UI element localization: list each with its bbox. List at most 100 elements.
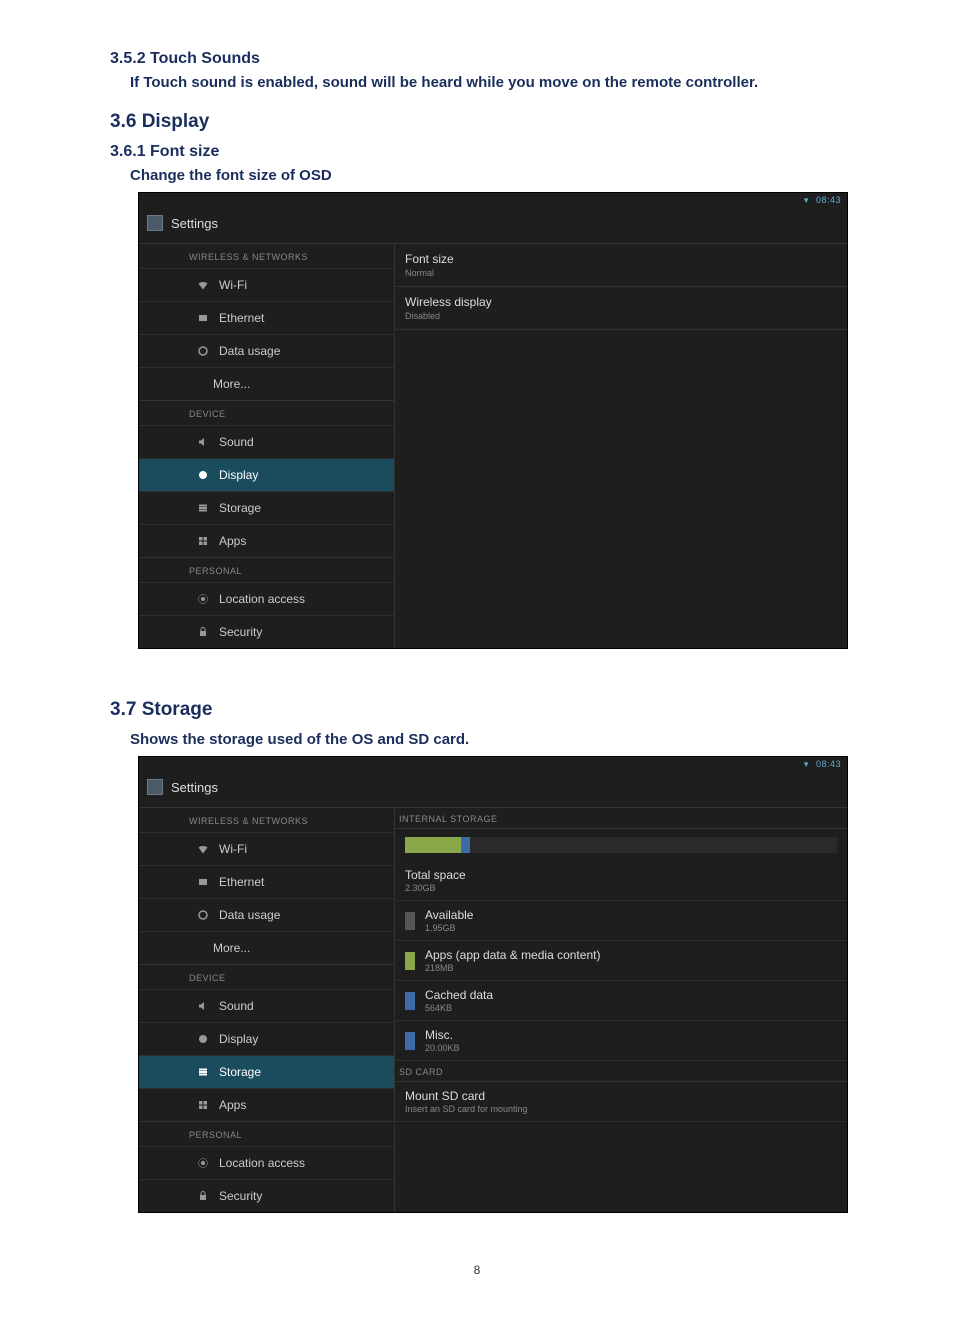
sidebar-item-sound[interactable]: Sound <box>139 989 394 1022</box>
storage-value: 20.00KB <box>425 1043 460 1053</box>
sidebar-item-storage[interactable]: Storage <box>139 1055 394 1088</box>
screenshot-storage: ▾ 08:43 Settings WIRELESS & NETWORKS Wi-… <box>138 756 848 1213</box>
data-usage-icon <box>197 909 209 921</box>
sidebar-item-data-usage[interactable]: Data usage <box>139 334 394 367</box>
titlebar-title: Settings <box>171 216 218 231</box>
settings-sidebar: WIRELESS & NETWORKS Wi-Fi Ethernet Data … <box>139 808 394 1212</box>
sidebar-item-more[interactable]: More... <box>139 931 394 964</box>
status-time: 08:43 <box>816 759 841 769</box>
sidebar-item-wifi[interactable]: Wi-Fi <box>139 268 394 301</box>
heading-361: 3.6.1 Font size <box>110 143 894 161</box>
sidebar-item-label: More... <box>213 941 250 955</box>
sidebar-item-apps[interactable]: Apps <box>139 524 394 557</box>
sidebar-item-label: Storage <box>219 1065 261 1079</box>
sidebar-item-label: Apps <box>219 1098 246 1112</box>
display-icon <box>197 469 209 481</box>
sidebar-cat-personal: PERSONAL <box>139 557 394 582</box>
wifi-status-icon: ▾ <box>804 195 809 205</box>
storage-icon <box>197 1066 209 1078</box>
sidebar-item-label: Ethernet <box>219 311 264 325</box>
sidebar-item-label: Security <box>219 1189 262 1203</box>
sidebar-item-label: Ethernet <box>219 875 264 889</box>
color-swatch-misc <box>405 1032 415 1050</box>
detail-value: Normal <box>405 268 847 278</box>
sidebar-item-location[interactable]: Location access <box>139 1146 394 1179</box>
storage-available[interactable]: Available 1.95GB <box>395 901 847 941</box>
sidebar-item-label: Data usage <box>219 908 280 922</box>
sidebar-item-ethernet[interactable]: Ethernet <box>139 865 394 898</box>
sidebar-item-more[interactable]: More... <box>139 367 394 400</box>
detail-value: Disabled <box>405 311 847 321</box>
storage-value: 1.95GB <box>425 923 473 933</box>
sidebar-item-label: Storage <box>219 501 261 515</box>
heading-37: 3.7 Storage <box>110 699 894 721</box>
sidebar-item-display[interactable]: Display <box>139 458 394 491</box>
sidebar-item-location[interactable]: Location access <box>139 582 394 615</box>
detail-font-size[interactable]: Font size Normal <box>395 244 847 287</box>
sidebar-item-label: Wi-Fi <box>219 842 247 856</box>
detail-label: Font size <box>405 252 847 266</box>
titlebar: Settings <box>139 773 847 807</box>
color-swatch-available <box>405 912 415 930</box>
sidebar-item-security[interactable]: Security <box>139 615 394 648</box>
body-352: If Touch sound is enabled, sound will be… <box>130 74 894 91</box>
color-swatch-cache <box>405 992 415 1010</box>
status-bar: ▾ 08:43 <box>139 757 847 773</box>
sidebar-item-apps[interactable]: Apps <box>139 1088 394 1121</box>
sidebar-item-storage[interactable]: Storage <box>139 491 394 524</box>
sidebar-cat-device: DEVICE <box>139 400 394 425</box>
storage-apps[interactable]: Apps (app data & media content) 218MB <box>395 941 847 981</box>
sidebar-cat-wireless: WIRELESS & NETWORKS <box>139 808 394 832</box>
wifi-icon <box>197 279 209 291</box>
storage-icon <box>197 502 209 514</box>
storage-label: Misc. <box>425 1028 460 1042</box>
storage-label: Total space <box>405 868 466 882</box>
sidebar-item-label: Wi-Fi <box>219 278 247 292</box>
sidebar-item-sound[interactable]: Sound <box>139 425 394 458</box>
storage-mount-sd: Mount SD card Insert an SD card for moun… <box>395 1082 847 1122</box>
sidebar-item-security[interactable]: Security <box>139 1179 394 1212</box>
page-number: 8 <box>60 1263 894 1277</box>
status-bar: ▾ 08:43 <box>139 193 847 209</box>
sidebar-cat-wireless: WIRELESS & NETWORKS <box>139 244 394 268</box>
sound-icon <box>197 1000 209 1012</box>
settings-app-icon <box>147 215 163 231</box>
location-icon <box>197 593 209 605</box>
sidebar-item-data-usage[interactable]: Data usage <box>139 898 394 931</box>
titlebar: Settings <box>139 209 847 243</box>
lock-icon <box>197 1190 209 1202</box>
wifi-status-icon: ▾ <box>804 759 809 769</box>
data-usage-icon <box>197 345 209 357</box>
storage-misc[interactable]: Misc. 20.00KB <box>395 1021 847 1061</box>
storage-usage-bar <box>405 837 837 853</box>
sidebar-item-label: Location access <box>219 1156 305 1170</box>
storage-label: Cached data <box>425 988 493 1002</box>
status-time: 08:43 <box>816 195 841 205</box>
display-icon <box>197 1033 209 1045</box>
sidebar-item-label: Data usage <box>219 344 280 358</box>
storage-cached[interactable]: Cached data 564KB <box>395 981 847 1021</box>
sidebar-cat-personal: PERSONAL <box>139 1121 394 1146</box>
storage-value: 218MB <box>425 963 600 973</box>
sidebar-item-display[interactable]: Display <box>139 1022 394 1055</box>
sidebar-item-label: Display <box>219 468 258 482</box>
settings-detail-pane: Font size Normal Wireless display Disabl… <box>394 244 847 648</box>
settings-app-icon <box>147 779 163 795</box>
sidebar-item-ethernet[interactable]: Ethernet <box>139 301 394 334</box>
storage-value: 564KB <box>425 1003 493 1013</box>
sidebar-item-wifi[interactable]: Wi-Fi <box>139 832 394 865</box>
detail-wireless-display[interactable]: Wireless display Disabled <box>395 287 847 330</box>
storage-sub: Insert an SD card for mounting <box>405 1104 528 1114</box>
storage-label: Available <box>425 908 473 922</box>
storage-bar-cache-segment <box>461 837 470 853</box>
storage-label: Mount SD card <box>405 1089 528 1103</box>
settings-sidebar: WIRELESS & NETWORKS Wi-Fi Ethernet Data … <box>139 244 394 648</box>
sidebar-item-label: Sound <box>219 435 254 449</box>
apps-icon <box>197 1099 209 1111</box>
detail-cat-internal-storage: INTERNAL STORAGE <box>395 808 847 829</box>
settings-detail-pane: INTERNAL STORAGE Total space 2.30GB Avai… <box>394 808 847 1212</box>
ethernet-icon <box>197 876 209 888</box>
heading-36: 3.6 Display <box>110 111 894 133</box>
storage-value: 2.30GB <box>405 883 466 893</box>
storage-total[interactable]: Total space 2.30GB <box>395 861 847 901</box>
